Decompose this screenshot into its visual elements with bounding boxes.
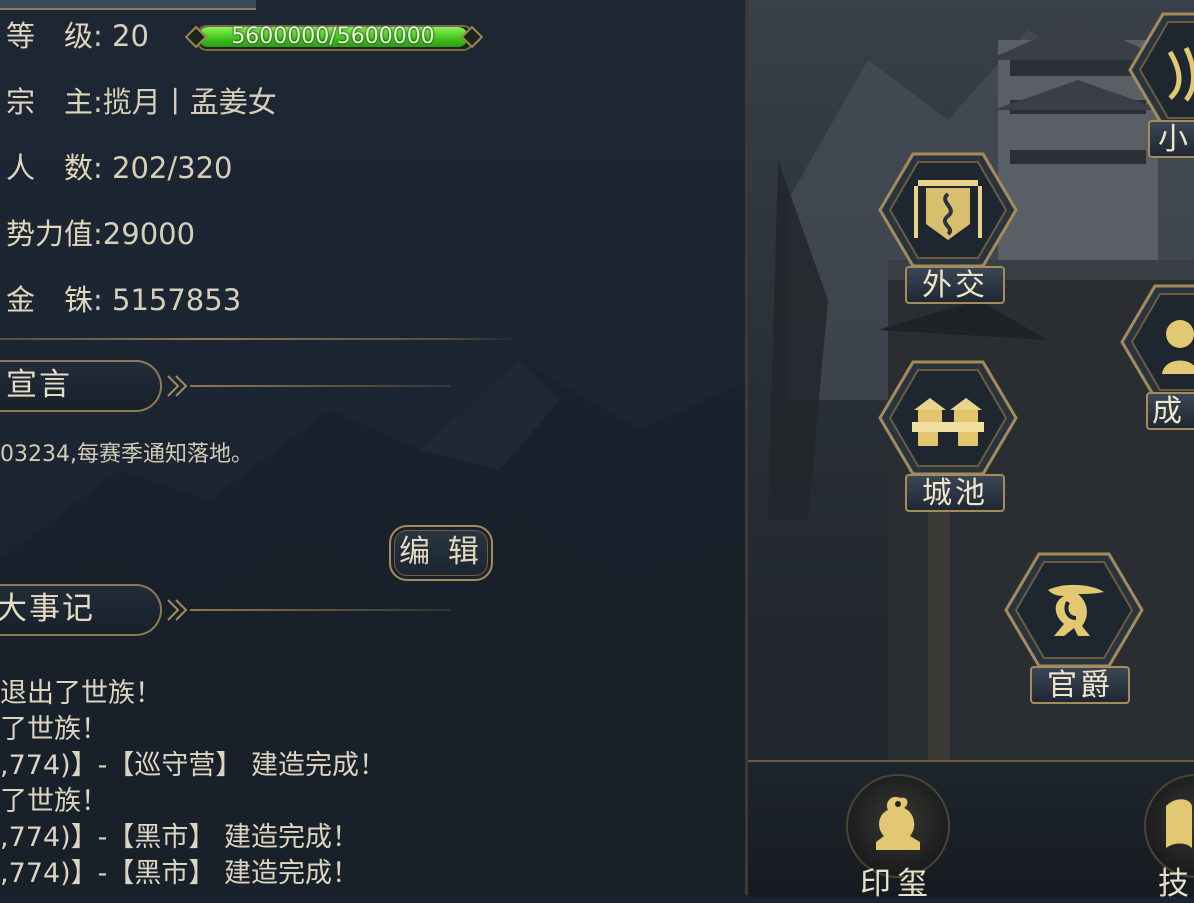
leader-value: :揽月丨孟姜女 [93,85,277,119]
clan-info-panel: 等 级: 20 5600000/5600000 宗 主:揽月丨孟姜女 人 数: … [0,0,748,895]
power-label: 势力值 [6,217,94,251]
city-gate-icon [912,398,984,446]
event-item: ,774)】-【黑市】 建造完成！ [0,858,359,889]
seal-label: 印玺 [860,866,934,902]
level-label: 等 级 [6,19,94,53]
events-list[interactable]: 退出了世族！ 了世族！ ,774)】-【巡守营】 建造完成！ 了世族！ ,774… [0,676,386,892]
rank-label: 官爵 [1030,666,1130,704]
level-row: 等 级: 20 [6,16,149,56]
bottom-function-bar: 印玺 技 [748,760,1194,902]
skill-label: 技 [1158,866,1194,902]
event-item: 了世族！ [0,786,108,817]
event-item: 退出了世族！ [0,678,162,709]
event-item: ,774)】-【黑市】 建造完成！ [0,822,359,853]
manifesto-text: 03234,每赛季通知落地。 [0,442,253,467]
members-value: : 202/320 [93,151,233,185]
events-header: 大事记 [0,584,460,636]
manifesto-header: 宣言 [0,360,460,412]
gold-label: 金 铢 [6,283,94,317]
exp-text: 5600000/5600000 [231,24,435,49]
small-building-button[interactable]: 小 [1128,10,1194,158]
achievement-label: 成 [1146,392,1194,430]
leader-row: 宗 主:揽月丨孟姜女 [6,82,277,122]
banner-icon [914,180,982,240]
portrait-frame-edge [0,0,256,10]
exp-bar: 5600000/5600000 [184,22,484,52]
manifesto-title: 宣言 [6,367,72,403]
scroll-icon [1167,46,1194,102]
level-value: 20 [112,19,149,53]
gold-value: : 5157853 [93,283,242,317]
rank-building-button[interactable]: 官爵 [1004,550,1144,704]
event-item: ,774)】-【巡守营】 建造完成！ [0,750,386,781]
events-title: 大事记 [0,591,95,627]
double-arrow-icon [167,599,188,621]
city-label: 城池 [905,474,1005,512]
members-label: 人 数 [6,151,94,185]
info-divider [0,338,520,340]
diplomacy-building-button[interactable]: 外交 [878,150,1018,304]
members-row: 人 数: 202/320 [6,148,232,188]
power-row: 势力值:29000 [6,214,195,254]
achievement-building-button[interactable]: 成 [1120,282,1194,430]
scholar-icon [1162,320,1194,374]
bronze-vessel-icon [1048,584,1104,636]
double-arrow-icon [167,375,188,397]
small-label: 小 [1148,120,1194,158]
diplomacy-label: 外交 [905,266,1005,304]
city-building-button[interactable]: 城池 [878,358,1018,512]
power-value: :29000 [93,217,196,251]
edit-button[interactable]: 编 辑 [389,525,493,581]
leader-label: 宗 主 [6,85,94,119]
gold-row: 金 铢: 5157853 [6,280,241,320]
event-item: 了世族！ [0,714,108,745]
